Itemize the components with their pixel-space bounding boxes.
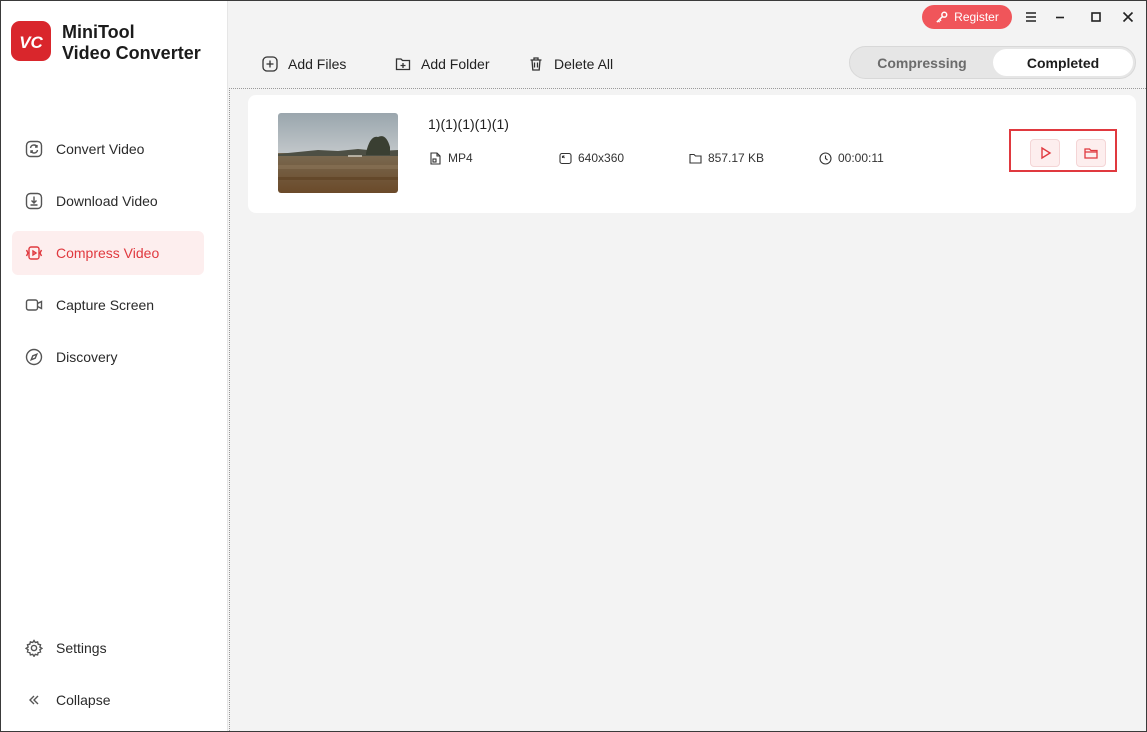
- register-button[interactable]: Register: [922, 5, 1012, 29]
- menu-icon: [1026, 12, 1036, 22]
- close-icon: [1122, 11, 1134, 23]
- trash-icon: [530, 57, 542, 71]
- sidebar-item-label: Download Video: [56, 193, 158, 209]
- add-files-button[interactable]: Add Files: [262, 53, 346, 75]
- sidebar-item-label: Compress Video: [56, 245, 160, 261]
- register-label: Register: [954, 10, 999, 24]
- sidebar-item-label: Discovery: [56, 349, 118, 365]
- folder-plus-icon: [395, 58, 411, 71]
- maximize-icon: [1091, 12, 1101, 22]
- tab-completed[interactable]: Completed: [993, 49, 1133, 76]
- close-button[interactable]: [1119, 8, 1137, 26]
- sidebar: VC MiniTool Video Converter Convert Vide…: [1, 1, 228, 731]
- video-thumbnail: [278, 113, 398, 193]
- add-folder-button[interactable]: Add Folder: [395, 53, 489, 75]
- compass-icon: [24, 347, 44, 367]
- sidebar-item-settings[interactable]: Settings: [12, 626, 204, 670]
- app-name-line2: Video Converter: [62, 43, 201, 63]
- download-icon: [24, 191, 44, 211]
- sidebar-item-compress-video[interactable]: Compress Video: [12, 231, 204, 275]
- convert-icon: [24, 139, 44, 159]
- minimize-button[interactable]: [1051, 8, 1069, 26]
- folder-icon: [689, 153, 702, 164]
- sidebar-item-discovery[interactable]: Discovery: [12, 335, 204, 379]
- delete-all-label: Delete All: [554, 56, 614, 72]
- folder-open-icon: [1084, 148, 1098, 159]
- format-info: MP4: [429, 151, 473, 165]
- camera-icon: [24, 295, 44, 315]
- app-name-line1: MiniTool: [62, 22, 135, 42]
- sidebar-item-convert-video[interactable]: Convert Video: [12, 127, 204, 171]
- size-info: 857.17 KB: [689, 151, 764, 165]
- resolution-icon: [559, 152, 572, 164]
- resolution-info: 640x360: [559, 151, 624, 165]
- status-tabs: Compressing Completed: [849, 46, 1136, 79]
- play-button[interactable]: [1030, 139, 1060, 167]
- format-value: MP4: [448, 151, 473, 165]
- key-icon: [936, 11, 948, 23]
- sidebar-item-label: Convert Video: [56, 141, 145, 157]
- compress-icon: [24, 243, 44, 263]
- clock-icon: [819, 151, 832, 165]
- gear-icon: [24, 638, 44, 658]
- size-value: 857.17 KB: [708, 151, 765, 165]
- sidebar-item-download-video[interactable]: Download Video: [12, 179, 204, 223]
- play-icon: [1041, 146, 1052, 160]
- open-folder-button[interactable]: [1076, 139, 1106, 167]
- app-logo: VC: [11, 21, 51, 61]
- duration-info: 00:00:11: [819, 151, 884, 165]
- add-folder-label: Add Folder: [421, 56, 490, 72]
- file-card: 1)(1)(1)(1)(1) MP4 640x360 857.17 KB 00:…: [248, 95, 1136, 213]
- sidebar-item-label: Capture Screen: [56, 297, 155, 313]
- app-name: MiniTool Video Converter: [62, 22, 201, 64]
- sidebar-item-label: Settings: [56, 640, 107, 656]
- file-video-icon: [430, 151, 441, 165]
- plus-circle-icon: [262, 56, 278, 72]
- add-files-label: Add Files: [288, 56, 347, 72]
- file-name: 1)(1)(1)(1)(1): [428, 116, 509, 132]
- maximize-button[interactable]: [1087, 8, 1105, 26]
- svg-text:VC: VC: [19, 33, 43, 52]
- sidebar-item-capture-screen[interactable]: Capture Screen: [12, 283, 204, 327]
- delete-all-button[interactable]: Delete All: [528, 53, 613, 75]
- menu-button[interactable]: [1022, 8, 1040, 26]
- tab-compressing[interactable]: Compressing: [852, 49, 992, 76]
- app-window: VC MiniTool Video Converter Convert Vide…: [0, 0, 1147, 732]
- collapse-button[interactable]: Collapse: [12, 678, 204, 722]
- sidebar-item-label: Collapse: [56, 692, 111, 708]
- resolution-value: 640x360: [578, 151, 625, 165]
- double-chevron-left-icon: [24, 690, 44, 710]
- duration-value: 00:00:11: [838, 151, 884, 165]
- minimize-icon: [1056, 16, 1064, 19]
